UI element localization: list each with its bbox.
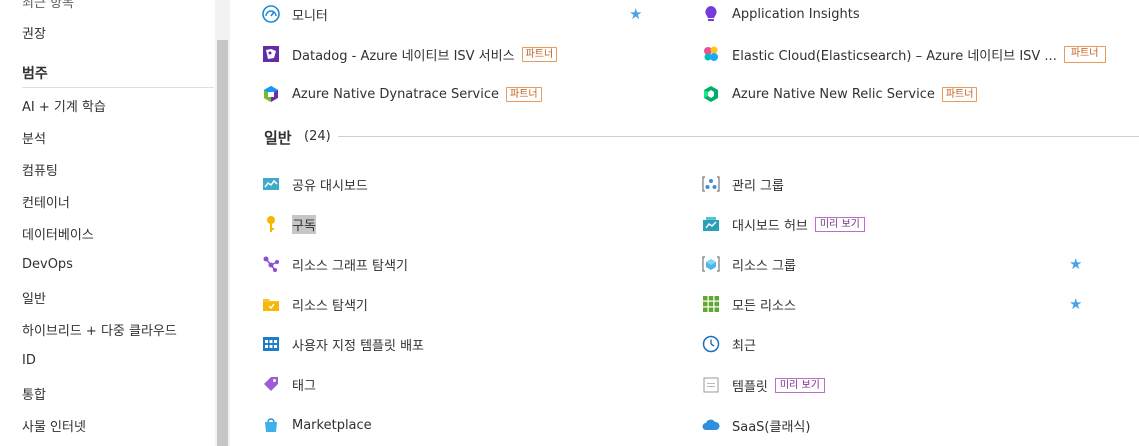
service-label: 태그 bbox=[292, 378, 316, 394]
service-saas-classic[interactable]: SaaS(클래식) bbox=[701, 414, 810, 436]
saas-cloud-icon bbox=[701, 415, 721, 435]
service-label: Marketplace bbox=[292, 417, 372, 433]
dynatrace-icon bbox=[261, 84, 281, 104]
sidebar-item-hybrid[interactable]: 하이브리드 + 다중 클라우드 bbox=[22, 320, 177, 339]
service-label: Azure Native New Relic Service bbox=[732, 86, 935, 102]
service-monitor[interactable]: 모니터 bbox=[261, 3, 328, 25]
datadog-icon bbox=[261, 44, 281, 64]
service-dashboard-hub[interactable]: 대시보드 허브 미리 보기 bbox=[701, 213, 865, 235]
service-templates[interactable]: 템플릿 미리 보기 bbox=[701, 374, 825, 396]
service-label: 리소스 그룹 bbox=[732, 258, 796, 274]
preview-badge: 미리 보기 bbox=[774, 377, 825, 393]
partner-badge: 파트너 bbox=[521, 46, 558, 62]
sidebar-item-analytics[interactable]: 분석 bbox=[22, 128, 46, 147]
service-shared-dashboards[interactable]: 공유 대시보드 bbox=[261, 173, 368, 195]
sidebar-item-databases[interactable]: 데이터베이스 bbox=[22, 224, 94, 243]
sidebar-item-compute[interactable]: 컴퓨팅 bbox=[22, 160, 58, 179]
key-icon bbox=[261, 214, 281, 234]
service-application-insights[interactable]: Application Insights bbox=[701, 3, 860, 25]
service-label: 사용자 지정 템플릿 배포 bbox=[292, 338, 424, 354]
newrelic-icon bbox=[701, 84, 721, 104]
partner-badge: 파트너 bbox=[506, 86, 542, 102]
service-custom-template-deployment[interactable]: 사용자 지정 템플릿 배포 bbox=[261, 333, 424, 355]
service-label: Datadog - Azure 네이티브 ISV 서비스 bbox=[292, 48, 515, 64]
service-label: 관리 그룹 bbox=[732, 178, 784, 194]
sidebar-item-general[interactable]: 일반 bbox=[22, 288, 46, 307]
categories-divider bbox=[22, 87, 214, 88]
dashboard-icon bbox=[261, 174, 281, 194]
folder-icon bbox=[261, 294, 281, 314]
service-marketplace[interactable]: Marketplace bbox=[261, 414, 372, 436]
tag-icon bbox=[261, 374, 281, 394]
service-label: SaaS(클래식) bbox=[732, 419, 811, 435]
clock-icon bbox=[701, 334, 721, 354]
sidebar-item-recent[interactable]: 최근 항목 bbox=[22, 0, 74, 11]
service-resource-graph-explorer[interactable]: 리소스 그래프 탐색기 bbox=[261, 253, 408, 275]
sidebar-item-integration[interactable]: 통합 bbox=[22, 384, 46, 403]
service-label: 모든 리소스 bbox=[732, 298, 796, 314]
shopping-bag-icon bbox=[261, 415, 281, 435]
service-label: 최근 bbox=[732, 338, 756, 354]
sidebar-item-devops[interactable]: DevOps bbox=[22, 257, 73, 272]
service-all-resources[interactable]: 모든 리소스 bbox=[701, 293, 796, 315]
section-title: 일반 bbox=[264, 129, 292, 147]
service-label: 리소스 그래프 탐색기 bbox=[292, 258, 408, 274]
all-resources-icon bbox=[701, 294, 721, 314]
service-dynatrace[interactable]: Azure Native Dynatrace Service 파트너 bbox=[261, 83, 542, 105]
service-datadog[interactable]: Datadog - Azure 네이티브 ISV 서비스 파트너 bbox=[261, 43, 558, 65]
resource-group-icon bbox=[701, 254, 721, 274]
graph-icon bbox=[261, 254, 281, 274]
service-subscriptions[interactable]: 구독 bbox=[261, 213, 316, 235]
service-label: 리소스 탐색기 bbox=[292, 298, 368, 314]
section-divider bbox=[338, 136, 1139, 137]
section-count: (24) bbox=[304, 129, 331, 144]
sidebar-scrollbar-thumb[interactable] bbox=[217, 40, 228, 446]
sidebar-item-ai-ml[interactable]: AI + 기계 학습 bbox=[22, 96, 106, 115]
service-resource-explorer[interactable]: 리소스 탐색기 bbox=[261, 293, 368, 315]
grid-deploy-icon bbox=[261, 334, 281, 354]
favorite-star-icon[interactable]: ★ bbox=[629, 5, 642, 23]
service-new-relic[interactable]: Azure Native New Relic Service 파트너 bbox=[701, 83, 978, 105]
sidebar-item-recommended[interactable]: 권장 bbox=[22, 23, 46, 42]
sidebar-item-iot[interactable]: 사물 인터넷 bbox=[22, 416, 86, 435]
service-label: 대시보드 허브 bbox=[732, 218, 808, 234]
favorite-star-icon[interactable]: ★ bbox=[1069, 255, 1082, 273]
sidebar-item-identity[interactable]: ID bbox=[22, 353, 36, 368]
gauge-icon bbox=[261, 4, 281, 24]
category-sidebar: 최근 항목 권장 범주 AI + 기계 학습 분석 컴퓨팅 컨테이너 데이터베이… bbox=[0, 0, 215, 446]
service-label: Azure Native Dynatrace Service bbox=[292, 86, 500, 102]
lightbulb-icon bbox=[701, 4, 721, 24]
dashboard-hub-icon bbox=[701, 214, 721, 234]
service-label: 템플릿 bbox=[732, 379, 768, 395]
elastic-icon bbox=[701, 44, 721, 64]
service-label: Application Insights bbox=[732, 6, 860, 22]
service-label: Elastic Cloud(Elasticsearch) – Azure 네이티… bbox=[732, 48, 1057, 64]
service-label: 구독 bbox=[292, 214, 316, 234]
service-tags[interactable]: 태그 bbox=[261, 373, 316, 395]
service-management-groups[interactable]: 관리 그룹 bbox=[701, 173, 784, 195]
management-group-icon bbox=[701, 174, 721, 194]
sidebar-item-containers[interactable]: 컨테이너 bbox=[22, 192, 70, 211]
favorite-star-icon[interactable]: ★ bbox=[1069, 295, 1082, 313]
service-elastic-cloud[interactable]: Elastic Cloud(Elasticsearch) – Azure 네이티… bbox=[701, 43, 1106, 65]
partner-badge: 파트너 bbox=[941, 86, 978, 102]
service-recent[interactable]: 최근 bbox=[701, 333, 756, 355]
categories-heading: 범주 bbox=[22, 66, 48, 82]
template-icon bbox=[701, 375, 721, 395]
preview-badge: 미리 보기 bbox=[814, 216, 865, 232]
service-resource-groups[interactable]: 리소스 그룹 bbox=[701, 253, 796, 275]
service-label: 공유 대시보드 bbox=[292, 178, 368, 194]
partner-badge: 파트너 bbox=[1063, 45, 1106, 63]
service-label: 모니터 bbox=[292, 8, 328, 24]
